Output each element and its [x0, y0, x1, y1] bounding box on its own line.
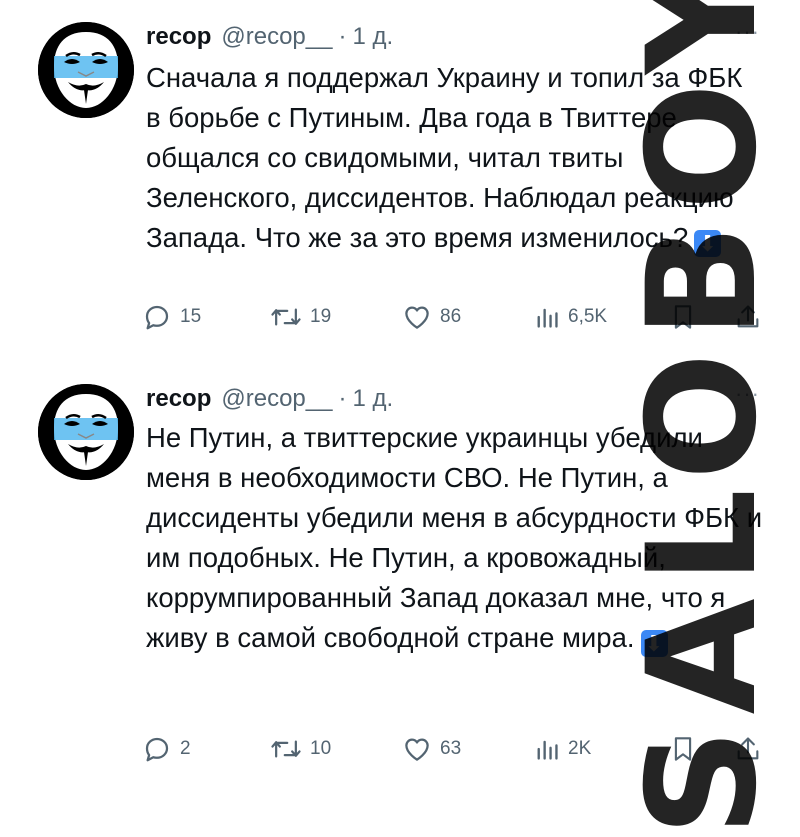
author-handle[interactable]: @recop__ — [221, 382, 332, 416]
views-button[interactable]: 2K — [534, 732, 591, 766]
views-icon — [537, 740, 558, 760]
tweet-body: Не Путин, а твиттерские украинцы убедили… — [146, 422, 763, 653]
like-count: 86 — [440, 306, 462, 327]
tweet-1[interactable]: recop @recop__ · 1 д. ··· Сначала я подд… — [0, 0, 800, 370]
avatar-mask-icon — [38, 22, 134, 118]
tweet-text: Не Путин, а твиттерские украинцы убедили… — [146, 418, 764, 658]
share-button[interactable] — [734, 732, 762, 766]
action-bar: 2 10 63 2K — [142, 732, 772, 766]
like-icon — [405, 738, 429, 761]
avatar[interactable] — [38, 384, 134, 480]
retweet-icon — [271, 740, 301, 758]
author-handle[interactable]: @recop__ — [221, 20, 332, 54]
like-icon — [405, 306, 429, 329]
down-arrow-emoji-icon: ⬇ — [694, 230, 722, 257]
bookmark-button[interactable] — [670, 300, 696, 334]
like-button[interactable]: 86 — [402, 300, 461, 334]
like-button[interactable]: 63 — [402, 732, 461, 766]
separator-dot: · — [338, 23, 347, 50]
author-name[interactable]: recop — [146, 382, 211, 416]
share-icon — [737, 737, 759, 760]
action-bar: 15 19 86 6,5K — [142, 300, 772, 334]
reply-count: 2 — [180, 738, 191, 759]
timestamp[interactable]: 1 д. — [352, 20, 393, 54]
down-arrow-emoji-icon: ⬇ — [640, 630, 668, 657]
retweet-count: 19 — [310, 306, 332, 327]
tweet-body: Сначала я поддержал Украину и топил за Ф… — [146, 62, 743, 253]
avatar[interactable] — [38, 22, 134, 118]
reply-button[interactable]: 15 — [142, 300, 201, 334]
views-icon — [537, 308, 558, 328]
more-options-icon[interactable]: ··· — [735, 383, 760, 405]
tweet-text: Сначала я поддержал Украину и топил за Ф… — [146, 58, 764, 258]
reply-count: 15 — [180, 306, 202, 327]
avatar-mask-icon — [38, 384, 134, 480]
tweet-header: recop @recop__ · 1 д. — [146, 382, 393, 416]
share-icon — [737, 305, 759, 328]
bookmark-button[interactable] — [670, 732, 696, 766]
share-button[interactable] — [734, 300, 762, 334]
author-name[interactable]: recop — [146, 20, 211, 54]
separator-dot: · — [338, 385, 347, 412]
like-count: 63 — [440, 738, 462, 759]
bookmark-icon — [674, 305, 692, 329]
retweet-count: 10 — [310, 738, 332, 759]
retweet-icon — [271, 308, 301, 326]
tweet-2[interactable]: recop @recop__ · 1 д. ··· Не Путин, а тв… — [0, 362, 800, 788]
tweet-header: recop @recop__ · 1 д. — [146, 20, 393, 54]
reply-icon — [145, 737, 169, 762]
reply-icon — [145, 305, 169, 330]
timestamp[interactable]: 1 д. — [352, 382, 393, 416]
views-button[interactable]: 6,5K — [534, 300, 607, 334]
views-count: 2K — [568, 738, 592, 759]
views-count: 6,5K — [568, 306, 608, 327]
retweet-button[interactable]: 19 — [270, 300, 331, 334]
retweet-button[interactable]: 10 — [270, 732, 331, 766]
reply-button[interactable]: 2 — [142, 732, 191, 766]
more-options-icon[interactable]: ··· — [735, 21, 760, 43]
bookmark-icon — [674, 737, 692, 761]
